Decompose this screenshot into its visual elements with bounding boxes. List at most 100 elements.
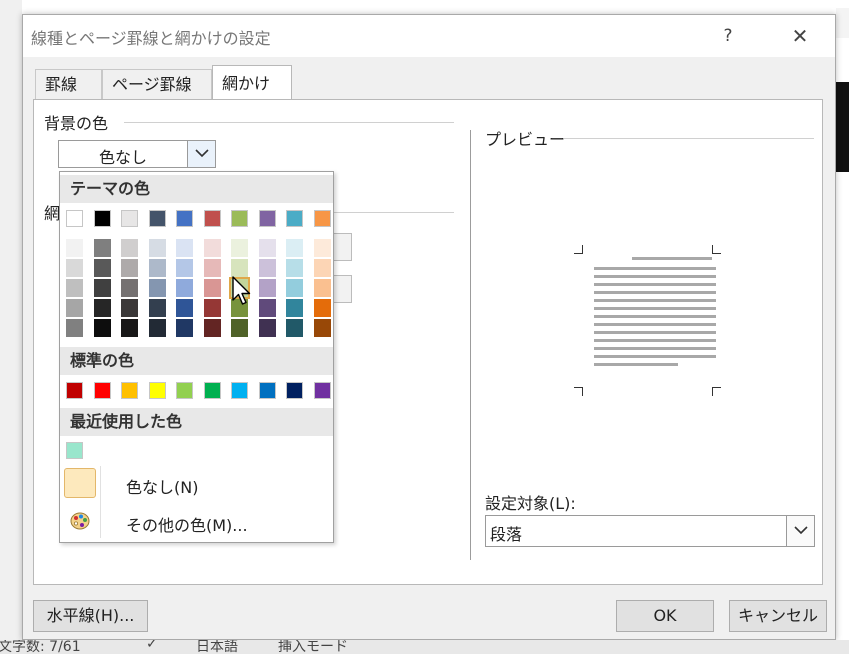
theme-shade-swatch[interactable] — [231, 319, 248, 337]
theme-shade-swatch[interactable] — [93, 239, 111, 257]
theme-shade-swatch[interactable] — [286, 259, 303, 277]
theme-color-swatch[interactable] — [286, 210, 303, 227]
mouse-pointer-icon — [232, 276, 251, 305]
apply-to-dropdown-button[interactable] — [786, 516, 814, 546]
standard-color-swatch[interactable] — [231, 382, 248, 399]
theme-color-swatch[interactable] — [313, 210, 331, 227]
theme-shade-swatch[interactable] — [66, 319, 83, 337]
preview-area[interactable] — [574, 245, 734, 396]
theme-shade-swatch[interactable] — [231, 259, 248, 277]
theme-shade-swatch[interactable] — [313, 299, 331, 317]
standard-color-swatch[interactable] — [176, 382, 193, 399]
theme-shade-swatch[interactable] — [66, 239, 83, 257]
theme-shade-swatch[interactable] — [176, 239, 193, 257]
no-color-label: 色なし(N) — [126, 478, 199, 497]
theme-shade-swatch[interactable] — [176, 259, 193, 277]
help-button[interactable]: ? — [713, 21, 743, 51]
theme-shade-swatch[interactable] — [258, 279, 276, 297]
tab-borders[interactable]: 罫線 — [35, 69, 102, 99]
theme-shade-swatch[interactable] — [203, 259, 221, 277]
theme-shade-swatch[interactable] — [203, 239, 221, 257]
standard-color-swatch[interactable] — [148, 382, 166, 399]
apply-to-dropdown[interactable]: 段落 — [485, 515, 815, 547]
theme-shade-swatch[interactable] — [203, 279, 221, 297]
theme-shade-swatch[interactable] — [286, 239, 303, 257]
theme-shade-swatch[interactable] — [121, 319, 138, 337]
theme-color-swatch[interactable] — [148, 210, 166, 227]
theme-shade-swatch[interactable] — [66, 299, 83, 317]
theme-shade-swatch[interactable] — [93, 279, 111, 297]
theme-color-swatch[interactable] — [121, 210, 138, 227]
theme-color-swatch[interactable] — [258, 210, 276, 227]
theme-shade-swatch[interactable] — [93, 299, 111, 317]
theme-shade-swatch[interactable] — [121, 279, 138, 297]
standard-color-swatch[interactable] — [66, 382, 83, 399]
standard-color-swatch[interactable] — [313, 382, 331, 399]
theme-shade-swatch[interactable] — [93, 319, 111, 337]
insert-mode-status[interactable]: 挿入モード — [278, 640, 348, 654]
background-color-dropdown-button[interactable] — [187, 141, 215, 167]
recent-color-swatch[interactable] — [66, 442, 83, 459]
more-colors-label: その他の色(M)... — [126, 516, 248, 535]
theme-shade-swatch[interactable] — [231, 239, 248, 257]
palette-icon — [70, 512, 90, 530]
theme-color-swatch[interactable] — [176, 210, 193, 227]
ok-button[interactable]: OK — [616, 600, 714, 632]
theme-shade-swatch[interactable] — [203, 299, 221, 317]
theme-shade-swatch[interactable] — [286, 299, 303, 317]
theme-shade-swatch[interactable] — [93, 259, 111, 277]
language-status[interactable]: 日本語 — [196, 640, 238, 654]
cancel-button[interactable]: キャンセル — [729, 600, 827, 632]
theme-shade-swatch[interactable] — [258, 319, 276, 337]
theme-shade-swatch[interactable] — [121, 239, 138, 257]
theme-shade-swatch[interactable] — [313, 239, 331, 257]
tab-shading[interactable]: 網かけ — [212, 65, 292, 100]
theme-shade-swatch[interactable] — [286, 319, 303, 337]
theme-shade-swatch[interactable] — [258, 299, 276, 317]
no-color-swatch-icon — [64, 468, 96, 498]
theme-shade-swatch[interactable] — [148, 319, 166, 337]
preview-line — [594, 331, 716, 334]
word-count-status[interactable]: 文字数: 7/61 — [0, 640, 81, 654]
no-color-menu-item[interactable]: 色なし(N) — [60, 466, 333, 502]
theme-color-swatch[interactable] — [203, 210, 221, 227]
dialog-title: 線種とページ罫線と網かけの設定 — [31, 29, 271, 48]
standard-color-swatch[interactable] — [203, 382, 221, 399]
theme-color-swatch[interactable] — [93, 210, 111, 227]
theme-shade-swatch[interactable] — [313, 259, 331, 277]
theme-shade-swatch[interactable] — [258, 239, 276, 257]
theme-shade-swatch[interactable] — [121, 259, 138, 277]
theme-shade-swatch[interactable] — [148, 259, 166, 277]
theme-shade-swatch[interactable] — [313, 319, 331, 337]
horizontal-line-button[interactable]: 水平線(H)... — [33, 600, 148, 632]
theme-shade-swatch[interactable] — [66, 259, 83, 277]
standard-color-swatch[interactable] — [286, 382, 303, 399]
preview-line — [632, 257, 712, 260]
more-colors-menu-item[interactable]: その他の色(M)... — [60, 506, 333, 538]
background-document-edge-top — [836, 8, 849, 38]
theme-shade-swatch[interactable] — [148, 239, 166, 257]
theme-shade-swatch[interactable] — [286, 279, 303, 297]
theme-shade-swatch[interactable] — [121, 299, 138, 317]
background-color-dropdown[interactable]: 色なし — [58, 140, 216, 168]
tab-page-border[interactable]: ページ罫線 — [102, 69, 212, 99]
theme-shade-swatch[interactable] — [148, 279, 166, 297]
theme-shade-swatch[interactable] — [203, 319, 221, 337]
theme-shade-swatch[interactable] — [148, 299, 166, 317]
standard-color-swatch[interactable] — [93, 382, 111, 399]
theme-color-swatch[interactable] — [231, 210, 248, 227]
proofing-icon[interactable]: ✓ — [146, 640, 158, 652]
theme-shade-swatch[interactable] — [66, 279, 83, 297]
preview-corner-top-right — [712, 245, 721, 254]
theme-color-swatch[interactable] — [66, 210, 83, 227]
standard-color-swatch[interactable] — [121, 382, 138, 399]
standard-color-swatch[interactable] — [258, 382, 276, 399]
theme-shade-swatch[interactable] — [176, 319, 193, 337]
theme-shade-swatch[interactable] — [313, 279, 331, 297]
theme-shade-swatch[interactable] — [176, 279, 193, 297]
preview-line — [594, 347, 716, 350]
close-button[interactable]: ✕ — [785, 21, 815, 51]
theme-shade-swatch[interactable] — [176, 299, 193, 317]
preview-line — [594, 275, 716, 278]
theme-shade-swatch[interactable] — [258, 259, 276, 277]
